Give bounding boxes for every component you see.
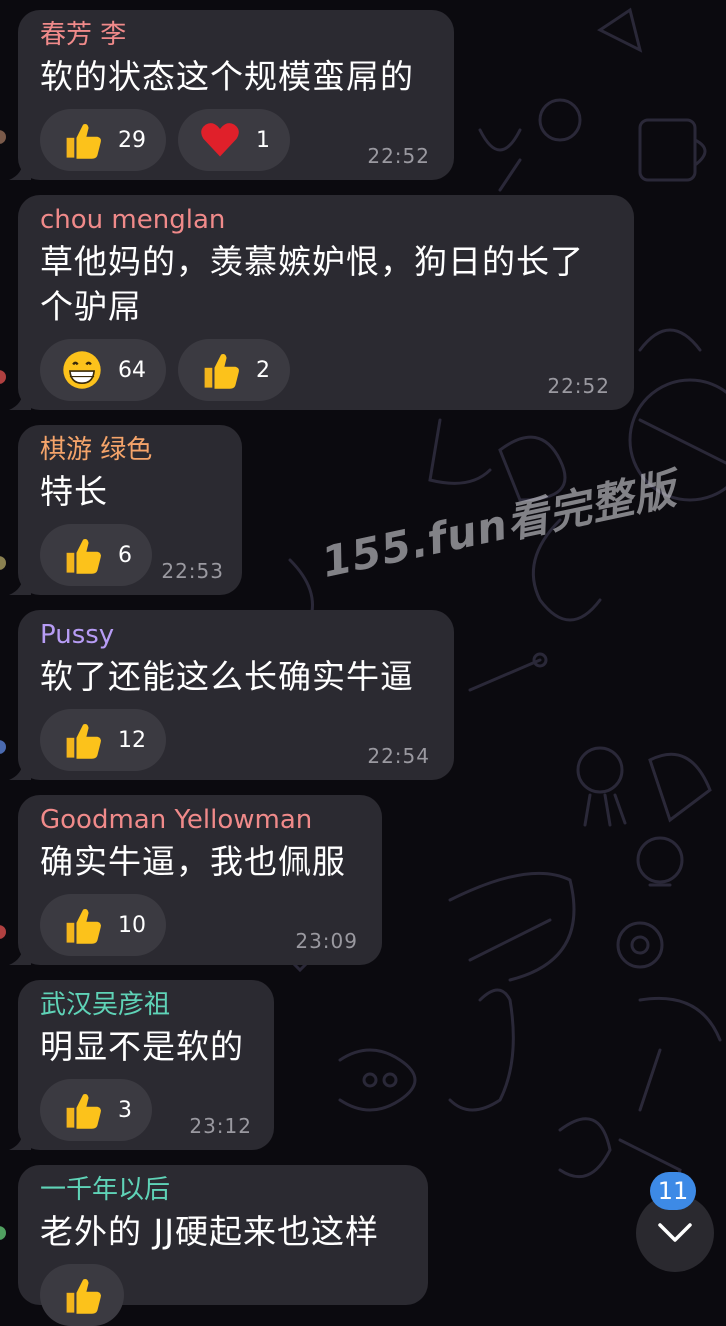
message-text: 老外的 JJ硬起来也这样 [40,1212,379,1251]
message-bubble[interactable]: 一千年以后 老外的 JJ硬起来也这样 [18,1165,428,1326]
reaction-thumbs-up[interactable]: 12 [40,709,166,771]
sender-name[interactable]: Goodman Yellowman [40,805,360,835]
reaction-thumbs-up[interactable] [40,1264,124,1326]
grinning-face-icon [63,351,101,389]
bubble-tail [9,575,31,595]
unread-count-badge: 11 [650,1172,696,1210]
message-text: 草他妈的，羡慕嫉妒恨，狗日的长了个驴屌 [40,242,584,326]
message-text: 软了还能这么长确实牛逼 [40,657,414,696]
message-time: 22:53 [161,559,224,583]
thumbs-up-icon [66,123,101,159]
message-time: 22:52 [367,144,430,168]
sender-name[interactable]: Pussy [40,620,432,650]
reaction-grinning[interactable]: 64 [40,339,166,401]
message-time: 23:09 [295,929,358,953]
thumbs-up-icon [66,908,101,944]
reaction-thumbs-up[interactable]: 29 [40,109,166,171]
sender-name[interactable]: chou menglan [40,205,612,235]
message-text: 确实牛逼，我也佩服 [40,842,346,881]
reaction-count: 64 [118,357,146,383]
thumbs-up-icon [66,723,101,759]
reaction-count: 2 [256,357,270,383]
reaction-thumbs-up[interactable]: 6 [40,524,152,586]
bubble-tail [9,1130,31,1150]
message-list[interactable]: 春芳 李 软的状态这个规模蛮屌的 29 1 22:52 chou menglan… [0,0,726,1326]
reaction-count: 6 [118,542,132,568]
bubble-tail [9,760,31,780]
sender-name[interactable]: 棋游 绿色 [40,435,220,465]
reactions-row: 64 2 [40,339,612,401]
sender-name[interactable]: 武汉吴彦祖 [40,990,252,1020]
reaction-count: 29 [118,127,146,153]
message-bubble[interactable]: Goodman Yellowman 确实牛逼，我也佩服 10 23:09 [9,795,382,965]
bubble-tail [9,390,31,410]
reaction-count: 1 [256,127,270,153]
reaction-count: 12 [118,727,146,753]
message-bubble[interactable]: 春芳 李 软的状态这个规模蛮屌的 29 1 22:52 [9,10,454,180]
message-bubble[interactable]: Pussy 软了还能这么长确实牛逼 12 22:54 [9,610,454,780]
sender-name[interactable]: 一千年以后 [40,1175,406,1205]
reaction-thumbs-up[interactable]: 3 [40,1079,152,1141]
message-bubble[interactable]: 棋游 绿色 特长 6 22:53 [9,425,242,595]
thumbs-up-icon [66,538,101,574]
message-bubble[interactable]: 武汉吴彦祖 明显不是软的 3 23:12 [9,980,274,1150]
message-time: 22:52 [547,374,610,398]
red-heart-icon [201,123,239,157]
message-time: 22:54 [367,744,430,768]
reaction-heart[interactable]: 1 [178,109,290,171]
message-text: 明显不是软的 [40,1027,244,1066]
reaction-thumbs-up[interactable]: 10 [40,894,166,956]
message-time: 23:12 [189,1114,252,1138]
reactions-row [40,1264,406,1326]
reaction-count: 3 [118,1097,132,1123]
message-text: 特长 [40,472,108,511]
message-text: 软的状态这个规模蛮屌的 [40,57,414,96]
bubble-tail [9,945,31,965]
thumbs-up-icon [66,1093,101,1129]
thumbs-up-icon [204,353,239,389]
bubble-tail [9,160,31,180]
reaction-thumbs-up[interactable]: 2 [178,339,290,401]
reaction-count: 10 [118,912,146,938]
chevron-down-icon [658,1223,692,1242]
message-bubble[interactable]: chou menglan 草他妈的，羡慕嫉妒恨，狗日的长了个驴屌 64 2 22… [9,195,634,410]
sender-name[interactable]: 春芳 李 [40,20,432,50]
